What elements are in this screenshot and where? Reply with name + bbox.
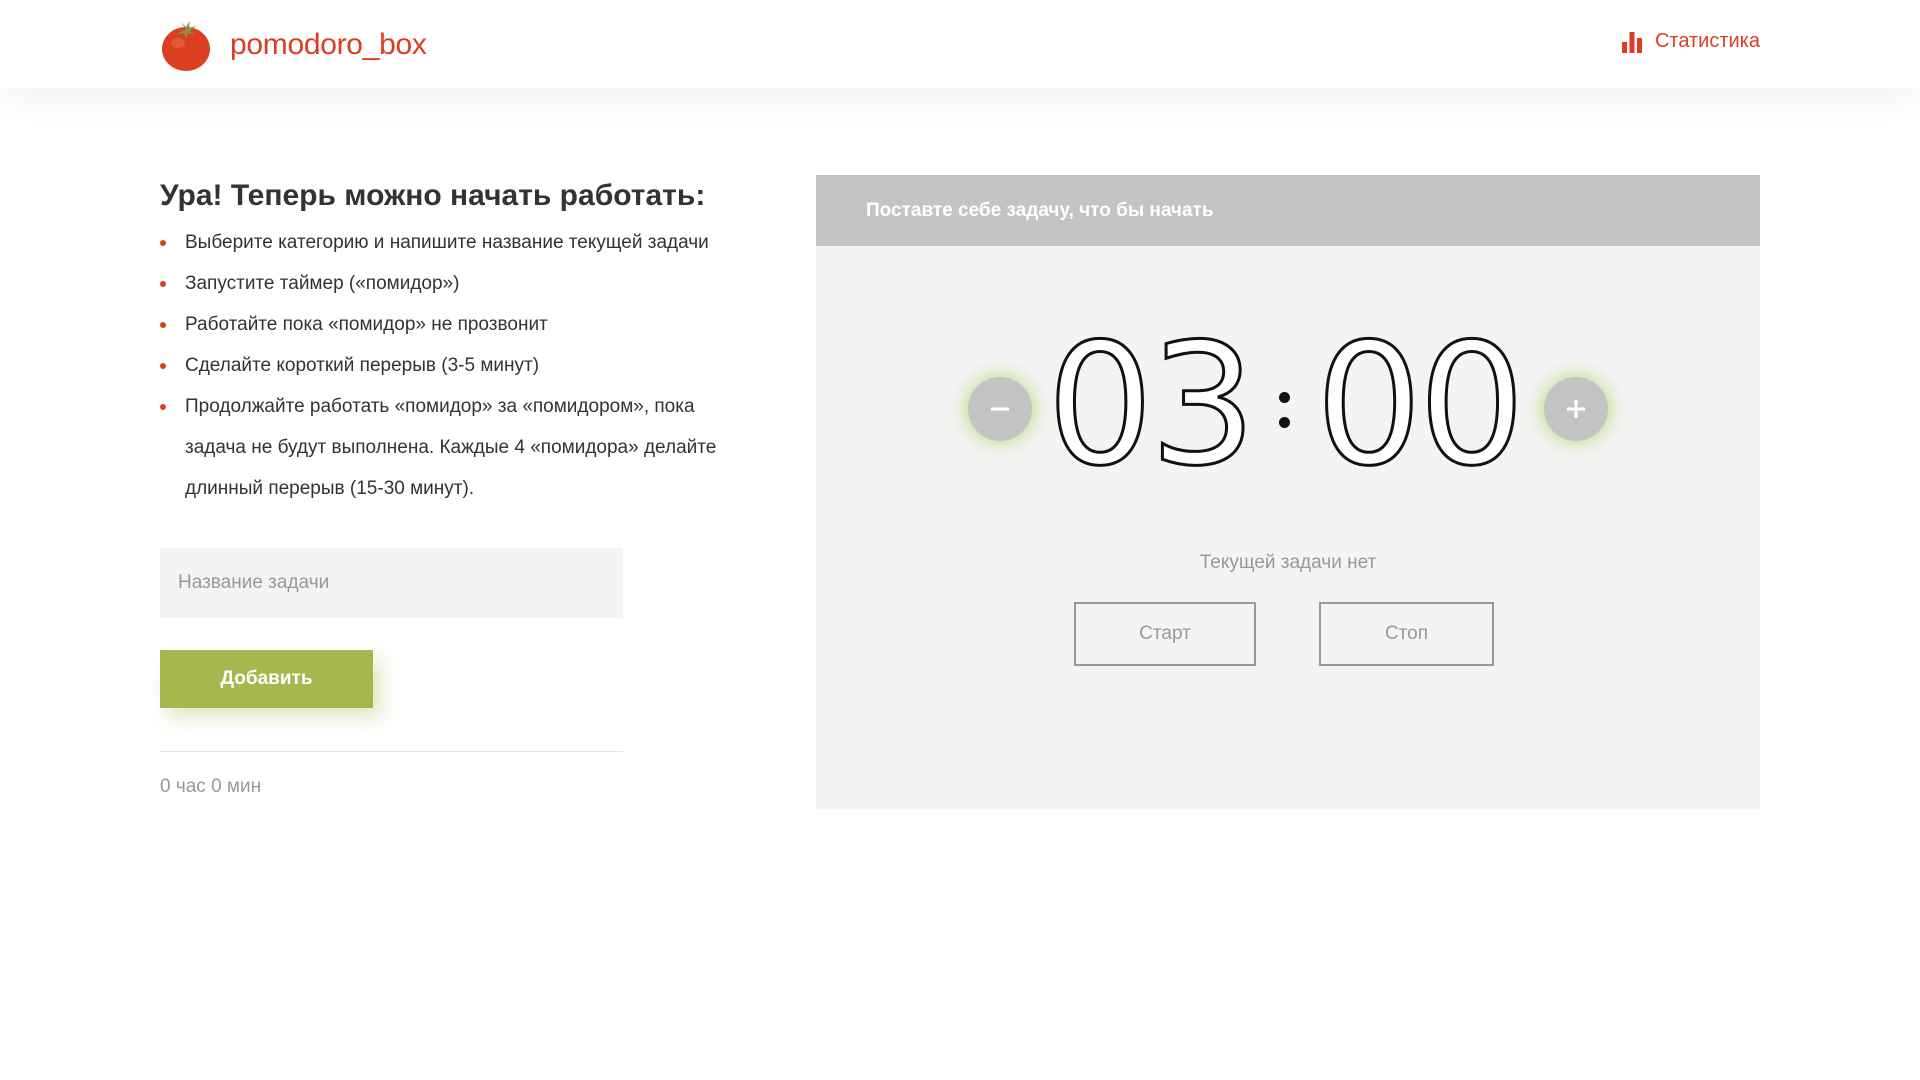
instruction-step: Запустите таймер («помидор») [160, 263, 760, 304]
minus-icon [991, 407, 1009, 411]
intro-section: Ура! Теперь можно начать работать: Выбер… [160, 176, 760, 797]
divider [160, 751, 623, 752]
add-task-button[interactable]: Добавить [160, 650, 373, 708]
time-display: 03 00 [1044, 307, 1527, 503]
total-time: 0 час 0 мин [160, 776, 262, 797]
increase-time-button[interactable] [1544, 377, 1608, 441]
timer-seconds: 00 [1314, 307, 1527, 503]
logo-text: pomodoro_box [230, 28, 427, 61]
instruction-step: Продолжайте работать «помидор» за «помид… [160, 386, 760, 509]
current-task-status: Текущей задачи нет [1199, 552, 1377, 573]
statistics-link[interactable]: Статистика [1621, 30, 1760, 53]
instruction-step: Работайте пока «помидор» не прозвонит [160, 304, 760, 345]
task-name-input[interactable] [160, 548, 623, 618]
start-button[interactable]: Старт [1074, 602, 1256, 666]
stop-button[interactable]: Стоп [1319, 602, 1494, 666]
instruction-step: Выберите категорию и напишите название т… [160, 222, 760, 263]
tomato-icon [162, 21, 210, 71]
logo-link[interactable]: pomodoro_box [160, 18, 427, 72]
timer-row: 03 00 [816, 307, 1760, 503]
page-title: Ура! Теперь можно начать работать: [160, 179, 706, 212]
plus-icon [1567, 400, 1585, 418]
app-header: pomodoro_box Статистика [0, 0, 1920, 88]
timer-panel: Поставте себе задачу, что бы начать 03 0… [816, 175, 1760, 809]
decrease-time-button[interactable] [968, 377, 1032, 441]
bar-chart-icon [1621, 31, 1642, 53]
statistics-label: Статистика [1654, 30, 1760, 52]
timer-minutes: 03 [1045, 307, 1258, 503]
timer-colon [1278, 325, 1290, 485]
timer-header: Поставте себе задачу, что бы начать [816, 175, 1760, 246]
instructions-list: Выберите категорию и напишите название т… [160, 222, 760, 509]
timer-header-text: Поставте себе задачу, что бы начать [866, 199, 1214, 221]
instruction-step: Сделайте короткий перерыв (3-5 минут) [160, 345, 760, 386]
